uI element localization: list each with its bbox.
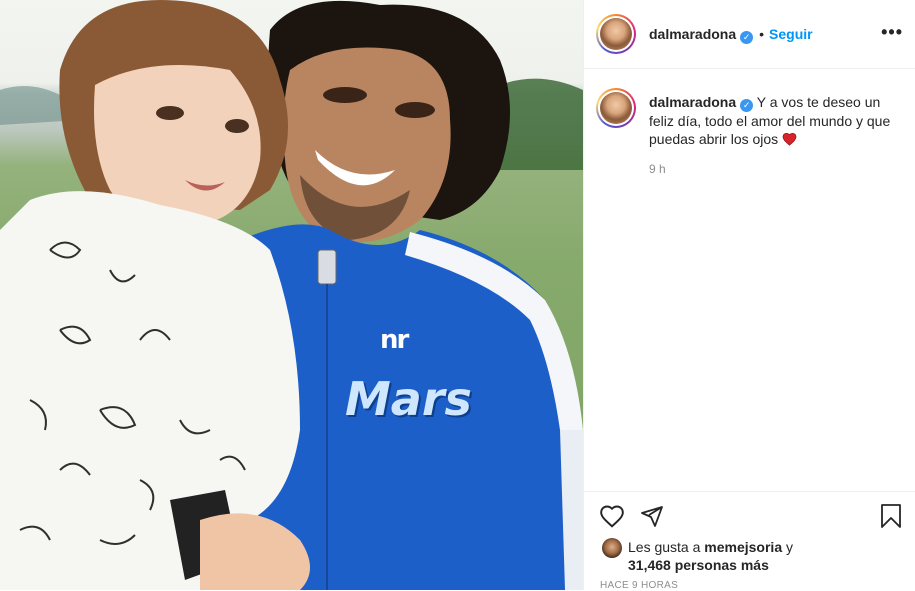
liker-username[interactable]: memejsoria xyxy=(704,539,782,555)
caption-username[interactable]: dalmaradona xyxy=(649,94,736,110)
header-user-line: dalmaradona ✓ • Seguir xyxy=(649,26,813,44)
jacket-badge: nr xyxy=(380,325,409,355)
heart-icon[interactable] xyxy=(599,504,625,528)
likes-text: Les gusta a memejsoria y 31,468 personas… xyxy=(628,538,898,574)
caption-avatar[interactable] xyxy=(596,88,636,128)
jacket-logo: Mars xyxy=(345,372,472,426)
share-icon[interactable] xyxy=(640,504,664,528)
separator-dot: • xyxy=(759,26,765,42)
caption-time[interactable]: 9 h xyxy=(649,162,666,176)
likes-count[interactable]: 31,468 personas más xyxy=(628,557,769,573)
photo-illustration xyxy=(0,0,583,590)
follow-button[interactable]: Seguir xyxy=(769,26,813,42)
author-username[interactable]: dalmaradona xyxy=(649,26,736,42)
more-options-icon[interactable]: ••• xyxy=(881,22,903,43)
post-photo[interactable]: nr Mars xyxy=(0,0,583,590)
verified-badge-icon: ✓ xyxy=(740,31,754,44)
author-avatar[interactable] xyxy=(596,14,636,54)
posted-time[interactable]: HACE 9 HORAS xyxy=(600,580,678,591)
likes-mid: y xyxy=(782,539,793,555)
caption-text-block: dalmaradona ✓ Y a vos te deseo un feliz d… xyxy=(649,93,899,148)
post-actions: Les gusta a memejsoria y 31,468 personas… xyxy=(584,491,915,591)
red-heart-emoji-icon xyxy=(782,132,797,146)
likes-prefix: Les gusta a xyxy=(628,539,705,555)
bookmark-icon[interactable] xyxy=(880,503,902,529)
verified-badge-icon: ✓ xyxy=(740,99,754,112)
post-header: dalmaradona ✓ • Seguir ••• xyxy=(584,0,915,69)
liker-avatar[interactable] xyxy=(602,538,622,558)
post-side-panel: dalmaradona ✓ • Seguir ••• dalmaradona ✓ Y a… xyxy=(584,0,915,591)
